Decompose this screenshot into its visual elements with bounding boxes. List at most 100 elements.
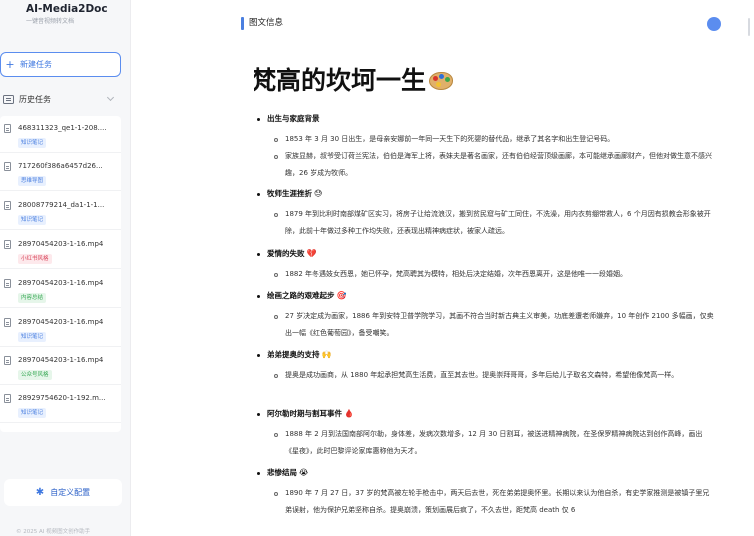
header-accent-bar [241,17,244,30]
section-bullet [257,253,260,256]
task-name: 28929754620-1-192.m... [18,394,106,402]
settings-icon: ✱ [35,487,45,498]
document-content: 梵高的坎坷一生 出生与家庭背景 1853 年 3 月 30 日出生，是母亲安娜前… [254,62,724,536]
section-paragraph: 提奥是成功画商，从 1880 年起承担梵高生活费，直至其去世。提奥崇拜哥哥，多年… [285,371,679,379]
new-task-label: 新建任务 [20,60,52,69]
content-header: 图文信息 [131,0,754,46]
document-icon [4,279,11,288]
history-tasks-label: 历史任务 [19,94,51,104]
task-item[interactable]: 468311323_qe1-1-208.... 知识笔记 [0,116,121,153]
task-tag: 公众号风格 [18,370,52,380]
custom-config-button[interactable]: ✱ 自定义配置 [4,479,122,506]
task-item[interactable]: 717260f386a6457d26... 思维导图 [0,154,121,191]
task-name: 28008779214_da1-1-1... [18,201,105,209]
task-item[interactable]: 28970454203-1-16.mp4 内容总结 [0,271,121,308]
section-title: 牧师生涯挫折 😓 [267,188,322,199]
app-subtitle: 一键音视频转文档 [26,18,75,25]
task-tag: 思维导图 [18,176,47,186]
section-title: 爱情的失败 💔 [267,248,316,259]
scrollbar[interactable] [748,18,750,36]
document-icon [4,394,11,403]
section-bullet [257,118,260,121]
history-task-list: 468311323_qe1-1-208.... 知识笔记 717260f386a… [0,116,121,432]
paragraph-bullet [274,213,278,217]
task-item[interactable]: 28929754620-1-192.m... 知识笔记 [0,386,121,423]
paragraph-bullet [274,155,278,159]
document-icon [4,318,11,327]
section-emoji: 💔 [306,249,317,258]
brand: AI-Media2Doc 一键音视频转文档 [26,3,108,26]
paragraph-bullet [274,315,278,319]
task-name: 28970454203-1-16.mp4 [18,356,104,364]
section-title-text: 弟弟提奥的支持 [267,350,320,359]
artist-palette-icon [428,69,454,91]
task-tag: 知识笔记 [18,215,47,225]
section-bullet [257,295,260,298]
section-emoji: 🩸 [344,409,354,418]
section-paragraph: 1890 年 7 月 27 日，37 岁的梵高被左轮手枪击中，两天后去世，死在弟… [285,489,710,514]
section-paragraph: 1853 年 3 月 30 日出生，是母亲安娜前一年同一天生下的死婴的替代品，继… [285,135,615,143]
section-emoji: 🙌 [321,350,332,359]
document-icon [4,356,11,365]
section-title-text: 绘画之路的艰难起步 [267,291,335,300]
section-title-text: 阿尔勒时期与割耳事件 [267,409,342,418]
task-name: 28970454203-1-16.mp4 [18,279,104,287]
document-icon [4,124,11,133]
section-title-text: 爱情的失败 [267,249,305,258]
task-name: 28970454203-1-16.mp4 [18,318,104,326]
section-paragraph: 1882 年冬遇妓女西恩，她已怀孕，梵高聘其为模特，相处后决定结婚，次年西恩离开… [285,270,628,278]
task-item[interactable]: 28970454203-1-16.mp4 公众号风格 [0,348,121,385]
section-emoji: 😓 [314,189,323,198]
section-title-text: 悲惨结局 [267,468,297,477]
user-avatar[interactable] [707,17,721,31]
task-tag: 内容总结 [18,293,47,303]
plus-icon: + [5,58,15,71]
task-tag: 知识笔记 [18,332,47,342]
section-bullet [257,472,260,475]
sidebar: AI-Media2Doc 一键音视频转文档 + 新建任务 历史任务 468311… [0,0,131,536]
section-bullet [257,354,260,357]
section-title-text: 牧师生涯挫折 [267,189,312,198]
section-title: 阿尔勒时期与割耳事件 🩸 [267,408,354,419]
task-name: 717260f386a6457d26... [18,162,103,170]
document-icon [4,240,11,249]
paragraph-bullet [274,433,278,437]
section-title: 悲惨结局 😭 [267,467,308,478]
document-icon [4,201,11,210]
task-name: 468311323_qe1-1-208.... [18,124,107,132]
section-paragraph: 27 岁决定成为画家，1886 年到安特卫普学院学习，其画不符合当时新古典主义审… [285,312,714,337]
paragraph-bullet [274,374,278,378]
section-paragraph: 家族显赫，叔爷受订荷兰宪法，伯伯是海军上将，表妹夫是著名画家，还有伯伯经营顶级画… [285,152,712,177]
section-title: 弟弟提奥的支持 🙌 [267,349,331,360]
header-title: 图文信息 [249,18,284,28]
paragraph-bullet [274,492,278,496]
history-tasks-toggle[interactable]: 历史任务 [0,86,121,112]
task-tag: 知识笔记 [18,138,47,148]
paragraph-bullet [274,138,278,142]
chevron-down-icon [106,93,115,102]
section-title: 绘画之路的艰难起步 🎯 [267,290,346,301]
section-title-text: 出生与家庭背景 [267,114,320,123]
task-name: 28970454203-1-16.mp4 [18,240,104,248]
app-title: AI-Media2Doc [26,3,108,15]
section-title: 出生与家庭背景 [267,113,320,124]
task-item[interactable]: 28970454203-1-16.mp4 小红书风格 [0,232,121,269]
section-emoji: 😭 [299,468,309,477]
paragraph-bullet [274,273,278,277]
history-list-icon [3,94,14,104]
section-bullet [257,413,260,416]
document-title-text: 梵高的坎坷一生 [254,66,427,95]
section-emoji: 🎯 [336,291,347,300]
task-item[interactable]: 28970454203-1-16.mp4 知识笔记 [0,310,121,347]
document-title: 梵高的坎坷一生 [254,64,454,98]
custom-config-label: 自定义配置 [50,488,91,497]
task-item[interactable]: 28008779214_da1-1-1... 知识笔记 [0,193,121,230]
section-paragraph: 1888 年 2 月到法国南部阿尔勒，身体差，发病次数增多，12 月 30 日割… [285,430,703,455]
section-bullet [257,193,260,196]
task-tag: 知识笔记 [18,408,47,418]
new-task-button[interactable]: + 新建任务 [0,52,121,77]
section-paragraph: 1879 年到比利时南部煤矿区实习，将房子让给流浪汉，搬到贫民窟与矿工同住，不洗… [285,210,711,235]
task-tag: 小红书风格 [18,254,52,264]
document-icon [4,162,11,171]
footer-copyright: © 2025 AI 视频图文创作助手 [16,529,91,535]
